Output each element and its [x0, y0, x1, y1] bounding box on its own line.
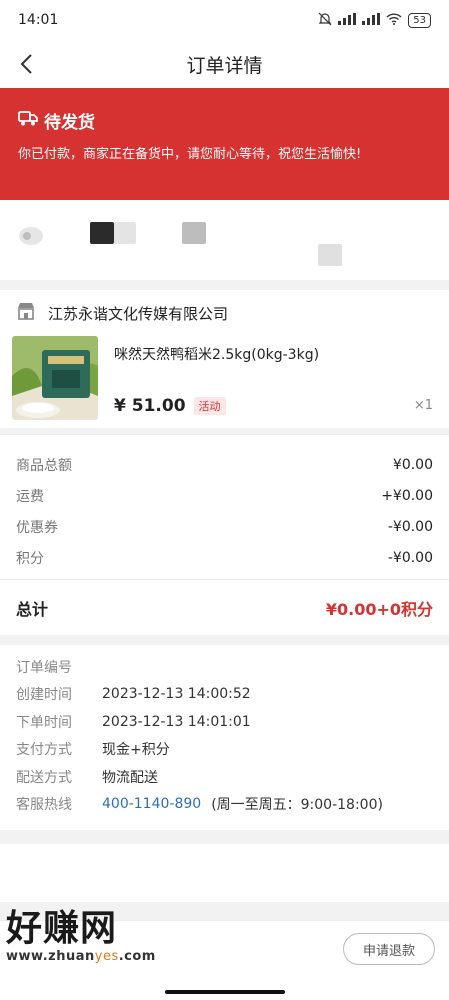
- watermark-url-prefix: www.zhuan: [6, 949, 95, 964]
- product-row[interactable]: 咪然天然鸭稻米2.5kg(0kg-3kg) ¥ 51.00 活动 ×1: [0, 336, 449, 428]
- clock: 14:01: [18, 12, 59, 28]
- info-row-created-time: 创建时间 2023-12-13 14:00:52: [16, 681, 433, 709]
- shop-name: 江苏永谐文化传媒有限公司: [48, 304, 229, 323]
- info-row-delivery-method: 配送方式 物流配送: [16, 763, 433, 791]
- total-row: 总计 ¥0.00+0积分: [0, 579, 449, 635]
- order-info-section: 订单编号 创建时间 2023-12-13 14:00:52 下单时间 2023-…: [0, 645, 449, 830]
- fee-value: +¥0.00: [381, 487, 433, 504]
- info-value: 2023-12-13 14:00:52: [102, 686, 251, 703]
- watermark-url-highlight: yes: [94, 949, 119, 964]
- info-label: 订单编号: [16, 659, 72, 676]
- wifi-icon: [386, 12, 402, 28]
- fee-row: 积分 -¥0.00: [16, 542, 433, 573]
- info-label: 客服热线: [16, 797, 72, 814]
- chevron-left-icon: [20, 54, 32, 74]
- hotline-link[interactable]: 400-1140-890: [102, 796, 201, 812]
- info-value: 2023-12-13 14:01:01: [102, 713, 251, 730]
- fee-row: 优惠券 -¥0.00: [16, 511, 433, 542]
- refund-button[interactable]: 申请退款: [343, 933, 435, 965]
- nav-bar: 订单详情: [0, 40, 449, 88]
- back-button[interactable]: [12, 50, 40, 78]
- redacted-block: [182, 222, 206, 244]
- info-row-order-time: 下单时间 2023-12-13 14:01:01: [16, 708, 433, 736]
- fee-row: 商品总额 ¥0.00: [16, 449, 433, 480]
- address-section[interactable]: [0, 200, 449, 280]
- shop-row[interactable]: 江苏永谐文化传媒有限公司: [0, 290, 449, 336]
- signal-icon-2: [362, 12, 381, 28]
- product-quantity: ×1: [413, 398, 433, 413]
- watermark: 好赚网 www.zhuanyes.com: [6, 907, 156, 964]
- location-icon: [18, 226, 44, 250]
- redacted-block: [90, 222, 114, 244]
- fee-row: 运费 +¥0.00: [16, 480, 433, 511]
- info-row-hotline: 客服热线 400-1140-890 (周一至周五：9:00-18:00): [16, 791, 433, 819]
- order-card: 江苏永谐文化传媒有限公司 咪然天然鸭稻米2.5kg(0kg-3kg) ¥ 51.…: [0, 290, 449, 428]
- order-status-banner: 待发货 你已付款，商家正在备货中，请您耐心等待，祝您生活愉快!: [0, 88, 449, 200]
- fee-summary: 商品总额 ¥0.00 运费 +¥0.00 优惠券 -¥0.00 积分 -¥0.0…: [0, 435, 449, 579]
- bottom-action-bar: 好赚网 www.zhuanyes.com 申请退款: [0, 908, 449, 1000]
- home-indicator[interactable]: [164, 990, 285, 994]
- watermark-url-suffix: .com: [118, 949, 156, 964]
- info-label: 下单时间: [16, 714, 72, 731]
- total-label: 总计: [16, 599, 49, 619]
- info-label: 配送方式: [16, 769, 72, 786]
- mute-icon: [318, 12, 332, 29]
- signal-icon: [338, 12, 357, 28]
- fee-label: 商品总额: [16, 457, 72, 474]
- info-value: 现金+积分: [102, 742, 170, 759]
- product-name: 咪然天然鸭稻米2.5kg(0kg-3kg): [114, 347, 320, 363]
- fee-label: 运费: [16, 488, 44, 505]
- watermark-url: www.zhuanyes.com: [6, 949, 156, 964]
- system-status-bar: 14:01 53: [0, 0, 449, 40]
- battery-indicator: 53: [408, 12, 431, 28]
- order-status-title: 待发货: [44, 113, 95, 133]
- product-price: ¥ 51.00: [114, 396, 186, 416]
- info-value: 物流配送: [102, 769, 158, 786]
- order-status-description: 你已付款，商家正在备货中，请您耐心等待，祝您生活愉快!: [18, 147, 362, 162]
- info-row-payment-method: 支付方式 现金+积分: [16, 736, 433, 764]
- fee-label: 积分: [16, 550, 44, 567]
- fee-value: -¥0.00: [387, 518, 433, 535]
- fee-value: -¥0.00: [387, 549, 433, 566]
- product-image: [12, 336, 98, 420]
- watermark-text: 好赚网: [6, 908, 118, 949]
- store-icon: [16, 302, 36, 324]
- truck-icon: [18, 109, 38, 132]
- empty-area: [0, 844, 449, 902]
- status-icons: 53: [318, 12, 431, 29]
- fee-label: 优惠券: [16, 519, 58, 536]
- promo-tag: 活动: [193, 397, 226, 415]
- page-title: 订单详情: [186, 54, 263, 77]
- info-label: 支付方式: [16, 742, 72, 759]
- total-value: ¥0.00+0积分: [325, 599, 433, 619]
- fee-value: ¥0.00: [392, 456, 433, 473]
- info-row-order-number: 订单编号: [16, 653, 433, 681]
- redacted-block: [318, 244, 342, 266]
- info-label: 创建时间: [16, 687, 72, 704]
- redacted-block: [114, 222, 136, 244]
- hotline-hours: (周一至周五：9:00-18:00): [211, 797, 383, 814]
